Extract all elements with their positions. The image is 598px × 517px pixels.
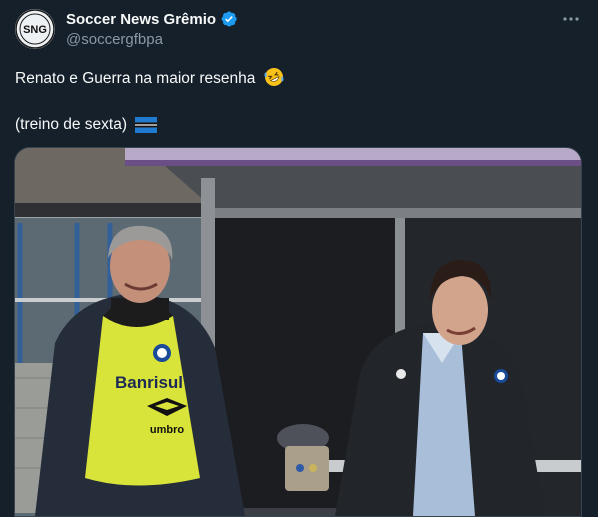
author-name-row: Soccer News Grêmio: [66, 10, 238, 28]
avatar-logo-text: SNG: [23, 24, 47, 36]
sng-logo-icon: SNG: [15, 9, 55, 49]
verified-badge-icon: [221, 11, 237, 27]
tweet-text-2: (treino de sexta): [15, 116, 127, 133]
tweet-text-1: Renato e Guerra na maior resenha: [15, 70, 256, 87]
photo-scene: Banrisul umbro: [15, 148, 581, 516]
tweet-text-line-1: Renato e Guerra na maior resenha: [15, 67, 284, 88]
more-options-button[interactable]: [560, 10, 582, 28]
more-options-icon: [563, 17, 579, 21]
vest-sponsor-text: Banrisul: [115, 373, 183, 392]
rolling-laughing-emoji-icon: [264, 68, 284, 86]
author-display-name[interactable]: Soccer News Grêmio: [66, 11, 216, 28]
tweet-text-line-2: (treino de sexta): [15, 116, 158, 134]
tweet-card: SNG Soccer News Grêmio @soccergfbpa Rena…: [0, 0, 598, 517]
vest-brand-text: umbro: [150, 424, 185, 436]
tweet-media-photo[interactable]: Banrisul umbro: [14, 147, 582, 517]
gremio-flag-emoji-icon: [135, 117, 158, 133]
author-avatar[interactable]: SNG: [15, 9, 55, 49]
author-handle[interactable]: @soccergfbpa: [66, 31, 163, 48]
